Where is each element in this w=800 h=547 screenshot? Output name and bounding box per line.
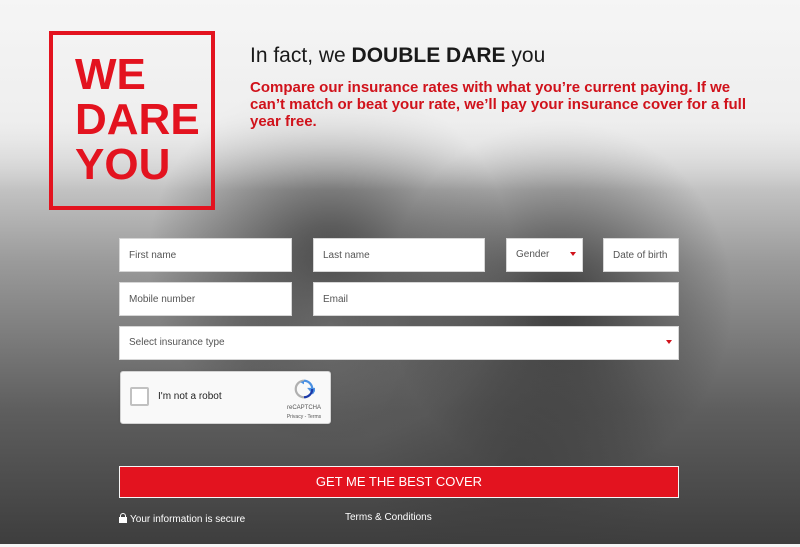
recaptcha-checkbox[interactable] (130, 387, 149, 406)
recaptcha-icon (294, 379, 315, 399)
mobile-input[interactable] (129, 283, 282, 315)
offer-description: Compare our insurance rates with what yo… (250, 79, 746, 130)
caret-down-icon (570, 252, 576, 256)
secure-info-text: Your information is secure (130, 514, 246, 525)
logo-line-1: WE (75, 50, 146, 99)
recaptcha-label: I'm not a robot (158, 391, 222, 402)
secure-info: Your information is secure (119, 513, 245, 525)
email-input[interactable] (323, 283, 669, 315)
headline-suffix: you (505, 44, 546, 67)
dob-input[interactable] (613, 239, 669, 271)
gender-select-value: Gender (516, 249, 550, 260)
last-name-input[interactable] (323, 239, 475, 271)
first-name-input[interactable] (129, 239, 282, 271)
dob-field[interactable] (603, 238, 679, 272)
gender-select[interactable]: Gender (506, 238, 583, 272)
recaptcha-brand: reCAPTCHA (286, 405, 321, 411)
logo-line-3: YOU (75, 140, 171, 189)
recaptcha-links[interactable]: Privacy - Terms (281, 414, 327, 420)
insurance-type-select[interactable]: Select insurance type (119, 326, 679, 360)
lock-icon (119, 513, 127, 523)
first-name-field[interactable] (119, 238, 292, 272)
last-name-field[interactable] (313, 238, 485, 272)
logo-line-2: DARE (75, 95, 200, 144)
mobile-field[interactable] (119, 282, 292, 316)
insurance-type-value: Select insurance type (129, 337, 225, 348)
email-field[interactable] (313, 282, 679, 316)
headline: In fact, we DOUBLE DARE you (250, 44, 545, 68)
get-best-cover-button[interactable]: GET ME THE BEST COVER (119, 466, 679, 498)
terms-link[interactable]: Terms & Conditions (345, 512, 432, 523)
recaptcha-widget: I'm not a robot reCAPTCHA Privacy - Term… (120, 371, 331, 424)
headline-emphasis: DOUBLE DARE (351, 44, 506, 67)
headline-prefix: In fact, we (250, 44, 352, 67)
caret-down-icon (666, 340, 672, 344)
we-dare-you-logo: WE DARE YOU (49, 31, 215, 210)
